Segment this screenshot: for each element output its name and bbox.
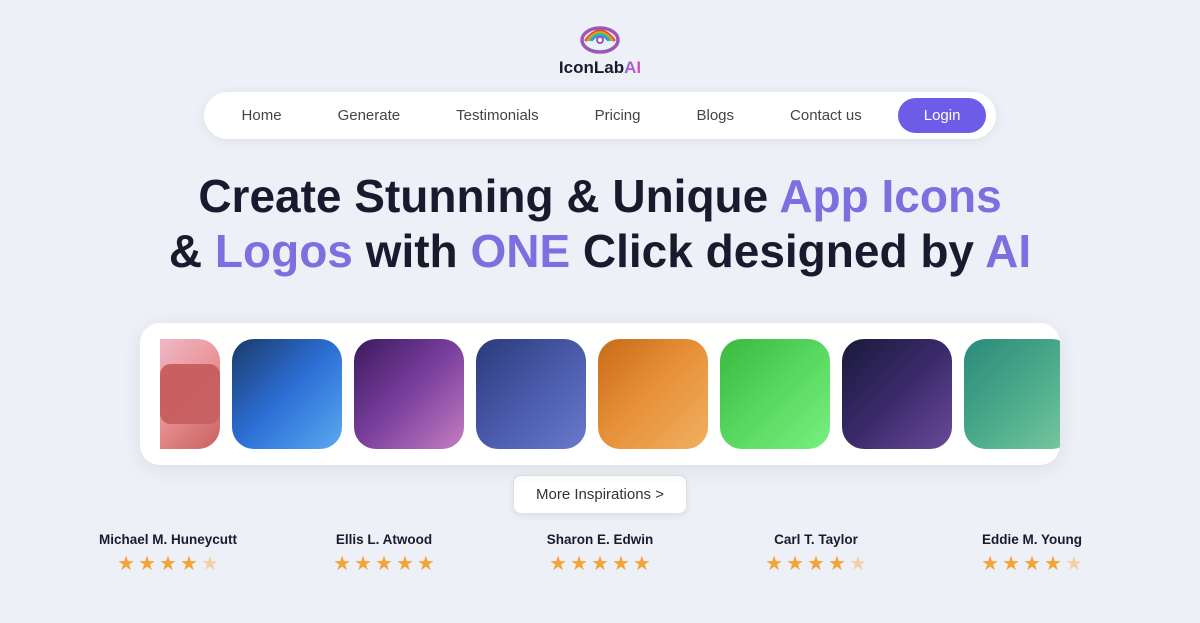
star-3: ★ [591, 551, 609, 576]
star-4: ★ [828, 551, 846, 576]
icons-showcase: 🌸 ⛅ 🤖 🎹 [140, 323, 1060, 465]
testimonial-michael: Michael M. Huneycutt ★ ★ ★ ★ ★ [60, 532, 276, 576]
showcase-icon-piano: 🎹 [476, 339, 586, 449]
showcase-icon-robot-char: 🤖 [354, 339, 464, 449]
showcase-icon-bike: 🚲 [598, 339, 708, 449]
star-2: ★ [354, 551, 372, 576]
svg-text:👾: 👾 [865, 365, 930, 423]
testimonial-carl: Carl T. Taylor ★ ★ ★ ★ ★ [708, 532, 924, 576]
nav-item-home[interactable]: Home [214, 99, 310, 132]
star-3: ★ [807, 551, 825, 576]
star-5: ★ [1065, 551, 1083, 576]
showcase-icon-book: 📖 [720, 339, 830, 449]
stars-eddie: ★ ★ ★ ★ ★ [934, 551, 1130, 576]
star-1: ★ [549, 551, 567, 576]
star-2: ★ [786, 551, 804, 576]
svg-text:📖: 📖 [743, 365, 808, 423]
svg-text:🎹: 🎹 [499, 363, 564, 423]
star-4: ★ [612, 551, 630, 576]
testimonial-sharon: Sharon E. Edwin ★ ★ ★ ★ ★ [492, 532, 708, 576]
star-4: ★ [396, 551, 414, 576]
star-1: ★ [765, 551, 783, 576]
reviewer-name-sharon: Sharon E. Edwin [502, 532, 698, 547]
star-2: ★ [1002, 551, 1020, 576]
login-button[interactable]: Login [898, 98, 987, 133]
partial-left-icon: 🌸 [160, 339, 220, 449]
svg-text:⛅: ⛅ [255, 365, 320, 423]
testimonials-section: Michael M. Huneycutt ★ ★ ★ ★ ★ Ellis L. … [0, 532, 1200, 576]
star-4: ★ [1044, 551, 1062, 576]
reviewer-name-michael: Michael M. Huneycutt [70, 532, 266, 547]
reviewer-name-eddie: Eddie M. Young [934, 532, 1130, 547]
star-4: ★ [180, 551, 198, 576]
nav-item-generate[interactable]: Generate [310, 99, 429, 132]
svg-text:🚲: 🚲 [621, 365, 686, 423]
stars-michael: ★ ★ ★ ★ ★ [70, 551, 266, 576]
main-nav: Home Generate Testimonials Pricing Blogs… [204, 92, 997, 139]
stars-sharon: ★ ★ ★ ★ ★ [502, 551, 698, 576]
star-1: ★ [333, 551, 351, 576]
star-5: ★ [201, 551, 219, 576]
showcase-icon-robot: 👾 [842, 339, 952, 449]
hero-headline: Create Stunning & Unique App Icons & Log… [20, 169, 1180, 279]
stars-ellis: ★ ★ ★ ★ ★ [286, 551, 482, 576]
star-5: ★ [417, 551, 435, 576]
svg-text:🚚: 🚚 [987, 365, 1052, 423]
more-inspirations-container: More Inspirations > [20, 475, 1180, 514]
star-2: ★ [138, 551, 156, 576]
logo-icon [578, 18, 622, 54]
hero-section: Create Stunning & Unique App Icons & Log… [0, 139, 1200, 514]
showcase-icon-truck: 🚚 [964, 339, 1060, 449]
showcase-icon-cloud: ⛅ [232, 339, 342, 449]
star-2: ★ [570, 551, 588, 576]
testimonial-eddie: Eddie M. Young ★ ★ ★ ★ ★ [924, 532, 1140, 576]
testimonial-ellis: Ellis L. Atwood ★ ★ ★ ★ ★ [276, 532, 492, 576]
nav-item-testimonials[interactable]: Testimonials [428, 99, 567, 132]
reviewer-name-carl: Carl T. Taylor [718, 532, 914, 547]
header: IconLabAI Home Generate Testimonials Pri… [0, 0, 1200, 139]
star-1: ★ [981, 551, 999, 576]
nav-item-pricing[interactable]: Pricing [567, 99, 669, 132]
star-5: ★ [849, 551, 867, 576]
reviewer-name-ellis: Ellis L. Atwood [286, 532, 482, 547]
hero-line1: Create Stunning & Unique App Icons [198, 170, 1001, 222]
more-inspirations-button[interactable]: More Inspirations > [513, 475, 687, 514]
star-3: ★ [1023, 551, 1041, 576]
logo-area: IconLabAI [559, 18, 641, 78]
star-3: ★ [159, 551, 177, 576]
star-1: ★ [117, 551, 135, 576]
star-3: ★ [375, 551, 393, 576]
nav-item-contact[interactable]: Contact us [762, 99, 890, 132]
logo-text: IconLabAI [559, 58, 641, 78]
nav-item-blogs[interactable]: Blogs [669, 99, 763, 132]
star-5: ★ [633, 551, 651, 576]
svg-text:🤖: 🤖 [377, 363, 442, 423]
hero-line2: & Logos with ONE Click designed by AI [169, 225, 1031, 277]
stars-carl: ★ ★ ★ ★ ★ [718, 551, 914, 576]
